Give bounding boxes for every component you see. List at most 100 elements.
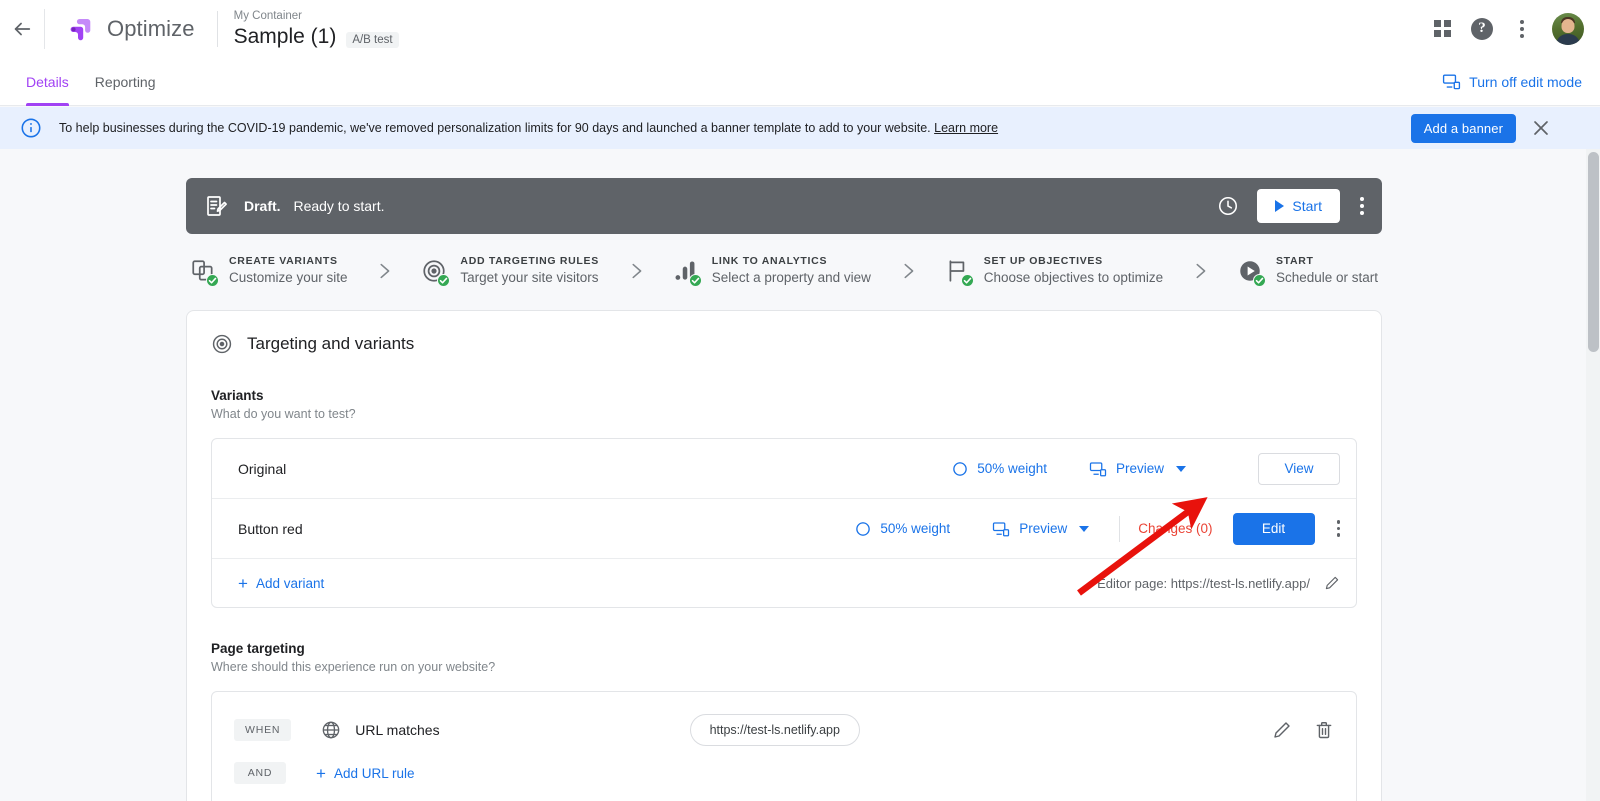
- variant-weight-control[interactable]: 50% weight: [855, 521, 950, 537]
- step-start[interactable]: START Schedule or start: [1237, 254, 1378, 287]
- add-url-rule-button[interactable]: + Add URL rule: [316, 765, 414, 782]
- page-targeting-rules: WHEN URL matches https://test-ls.netlify…: [211, 691, 1357, 801]
- status-text: Draft. Ready to start.: [244, 198, 385, 214]
- status-more-button[interactable]: [1360, 197, 1364, 215]
- trash-icon[interactable]: [1314, 720, 1334, 740]
- devices-screen-icon: [1089, 461, 1107, 476]
- rule-when-chip: WHEN: [234, 719, 292, 741]
- rule-and-chip: AND: [234, 762, 286, 784]
- row-divider: [1119, 515, 1121, 542]
- step-link-to-analytics[interactable]: LINK TO ANALYTICS Select a property and …: [673, 254, 871, 287]
- rule-value-chip[interactable]: https://test-ls.netlify.app: [689, 714, 860, 746]
- top-app-bar: Optimize My Container Sample (1) A/B tes…: [0, 0, 1600, 58]
- back-button[interactable]: [0, 0, 44, 58]
- turn-off-edit-mode-button[interactable]: Turn off edit mode: [1442, 58, 1582, 105]
- step-subtitle: Select a property and view: [711, 270, 871, 285]
- step-subtitle: Target your site visitors: [460, 270, 599, 285]
- status-actions: Start: [1217, 189, 1364, 223]
- card-title: Targeting and variants: [247, 334, 415, 353]
- tab-reporting[interactable]: Reporting: [95, 58, 156, 106]
- step-title: START: [1275, 255, 1314, 267]
- pencil-icon[interactable]: [1324, 575, 1340, 591]
- experiment-title-block: My Container Sample (1) A/B test: [234, 9, 399, 49]
- header-divider: [44, 8, 45, 49]
- step-subtitle: Choose objectives to optimize: [983, 270, 1164, 285]
- tab-details-label: Details: [26, 74, 69, 90]
- rule-type-label: URL matches: [355, 722, 440, 738]
- devices-screen-icon: [993, 521, 1010, 536]
- variant-weight-control[interactable]: 50% weight: [952, 461, 1047, 477]
- targeting-and-variants-card: Targeting and variants Variants What do …: [186, 310, 1382, 801]
- main-content-scroll-area: Draft. Ready to start. Start CREATE VARI…: [0, 149, 1568, 801]
- vertical-scrollbar-track[interactable]: [1586, 149, 1600, 801]
- variant-edit-button[interactable]: Edit: [1232, 512, 1315, 545]
- apps-grid-button[interactable]: [1422, 9, 1462, 49]
- add-variant-label: Add variant: [255, 575, 325, 591]
- avatar-body: [1556, 33, 1580, 45]
- step-chevron-3: [871, 260, 945, 282]
- variant-view-button[interactable]: View: [1258, 452, 1340, 485]
- clock-icon[interactable]: [1217, 195, 1239, 217]
- avatar[interactable]: [1552, 12, 1584, 45]
- banner-learn-more-link[interactable]: Learn more: [934, 121, 998, 135]
- add-variant-button[interactable]: + Add variant: [238, 575, 324, 592]
- help-button[interactable]: ?: [1462, 9, 1502, 49]
- turn-off-edit-mode-label: Turn off edit mode: [1469, 73, 1582, 90]
- optimize-logo-icon: [65, 14, 95, 44]
- info-circle-icon: [21, 118, 41, 138]
- page-title: Sample (1): [233, 24, 337, 48]
- banner-scroll-gutter: [1568, 107, 1600, 149]
- variant-name: Button red: [238, 520, 303, 537]
- variant-preview-control[interactable]: Preview: [992, 520, 1090, 538]
- chevron-right-icon: [632, 263, 642, 278]
- page-targeting-subheading: Where should this experience run on your…: [211, 660, 496, 674]
- add-url-rule-row: AND + Add URL rule: [212, 754, 1356, 801]
- step-create-variants-text: CREATE VARIANTS Customize your site: [229, 254, 348, 287]
- step-set-up-objectives-text: SET UP OBJECTIVES Choose objectives to o…: [984, 254, 1163, 287]
- help-question-icon: ?: [1471, 17, 1493, 40]
- add-a-banner-button[interactable]: Add a banner: [1410, 113, 1516, 143]
- editor-page-label: Editor page: https://test-ls.netlify.app…: [1097, 575, 1310, 591]
- flag-icon: [945, 258, 974, 287]
- pencil-icon[interactable]: [1272, 720, 1292, 740]
- step-add-targeting-rules[interactable]: ADD TARGETING RULES Target your site vis…: [421, 254, 599, 287]
- chevron-down-icon: [1079, 525, 1090, 532]
- card-header: Targeting and variants: [211, 333, 1357, 355]
- start-button[interactable]: Start: [1257, 189, 1340, 223]
- step-set-up-objectives[interactable]: SET UP OBJECTIVES Choose objectives to o…: [945, 254, 1163, 287]
- vertical-scrollbar-thumb[interactable]: [1588, 152, 1599, 352]
- chevron-right-icon: [380, 263, 390, 278]
- url-rule-row: WHEN URL matches https://test-ls.netlify…: [212, 692, 1356, 754]
- status-state: Draft.: [244, 198, 281, 214]
- variant-changes-link[interactable]: Changes (0): [1138, 521, 1212, 536]
- step-title: LINK TO ANALYTICS: [711, 255, 828, 267]
- step-link-to-analytics-text: LINK TO ANALYTICS Select a property and …: [712, 254, 871, 287]
- start-button-label: Start: [1292, 198, 1322, 214]
- optimize-logo-svg: [70, 18, 91, 40]
- step-complete-check: [437, 273, 451, 287]
- title-divider: [216, 10, 218, 47]
- close-icon[interactable]: [1530, 117, 1552, 139]
- brand-block[interactable]: Optimize: [65, 14, 195, 44]
- variant-weight-label: 50% weight: [880, 521, 951, 536]
- banner-actions: Add a banner: [1410, 113, 1552, 143]
- plus-icon: +: [316, 763, 326, 783]
- target-icon: [212, 334, 232, 354]
- variant-more-button[interactable]: [1336, 520, 1340, 537]
- page-targeting-heading: Page targeting: [211, 641, 305, 656]
- variant-preview-label: Preview: [1115, 461, 1164, 476]
- topbar-more-button[interactable]: [1502, 9, 1542, 49]
- add-variant-row: + Add variant Editor page: https://test-…: [212, 559, 1356, 607]
- variant-preview-control[interactable]: Preview: [1089, 460, 1186, 478]
- tab-details[interactable]: Details: [26, 58, 69, 106]
- step-create-variants[interactable]: CREATE VARIANTS Customize your site: [190, 254, 348, 287]
- editor-page-info: Editor page: https://test-ls.netlify.app…: [1097, 575, 1340, 591]
- experiment-type-badge: A/B test: [346, 31, 399, 48]
- variant-row-actions: 50% weight Preview: [855, 512, 1340, 545]
- variants-list: Original 50% weight Preview View Button …: [211, 438, 1357, 608]
- step-complete-check: [688, 273, 702, 287]
- more-vertical-icon: [1520, 19, 1524, 38]
- banner-message-wrap: To help businesses during the COVID-19 p…: [59, 121, 998, 135]
- analytics-bars-icon: [673, 258, 702, 287]
- tab-bar: Details Reporting Turn off edit mode: [0, 58, 1600, 106]
